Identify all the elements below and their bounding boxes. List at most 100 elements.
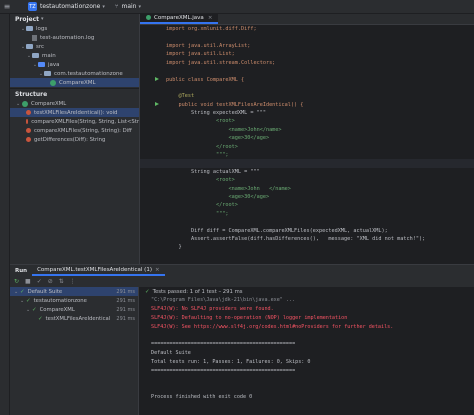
close-icon[interactable]: ×	[208, 15, 213, 21]
close-icon[interactable]: ×	[155, 267, 160, 273]
code-line[interactable]: import java.util.stream.Collectors;	[140, 59, 474, 67]
gutter[interactable]	[152, 76, 166, 83]
code-line[interactable]: <root>	[140, 117, 474, 125]
code-line[interactable]: import org.xmlunit.diff.Diff;	[140, 25, 474, 33]
test-status-text: Tests passed: 1 of 1 test – 291 ms	[152, 288, 243, 295]
code-line[interactable]: """;	[140, 151, 474, 159]
run-gutter-icon[interactable]	[155, 101, 159, 106]
structure-item-class[interactable]: ⌄ CompareXML	[10, 99, 139, 108]
code-line[interactable]: import java.util.ArrayList;	[140, 42, 474, 50]
console-line: ========================================…	[151, 367, 296, 374]
chevron-down-icon[interactable]: ▾	[138, 4, 141, 10]
code-text: </root>	[166, 143, 238, 150]
code-line[interactable]: Assert.assertFalse(diff.hasDifferences()…	[140, 235, 474, 243]
test-duration: 291 ms	[116, 297, 135, 304]
code-line[interactable]: <root>	[140, 176, 474, 184]
code-text: import java.util.ArrayList;	[166, 42, 251, 49]
code-line[interactable]: </root>	[140, 142, 474, 150]
tree-item-comparexml[interactable]: CompareXML	[10, 78, 139, 87]
project-panel-header[interactable]: Project ▾	[10, 14, 139, 24]
structure-item-label: CompareXML	[31, 100, 67, 107]
tree-item-main[interactable]: ⌄ main	[10, 51, 139, 60]
code-line[interactable]	[140, 159, 474, 168]
tree-item-label: test-automation.log	[40, 34, 95, 41]
tree-item-label: src	[36, 43, 45, 50]
code-area[interactable]: import org.xmlunit.diff.Diff; import java…	[140, 25, 474, 260]
method-icon	[26, 119, 29, 124]
code-editor[interactable]: CompareXML.java × import org.xmlunit.dif…	[139, 14, 474, 264]
structure-panel-title: Structure	[15, 90, 48, 98]
console-line: ========================================…	[151, 341, 296, 348]
code-text: <root>	[166, 177, 235, 184]
method-icon	[26, 110, 31, 115]
code-line[interactable]: public void testXMLFilesAreIdentical() {	[140, 101, 474, 109]
stop-icon[interactable]: ■	[25, 278, 31, 285]
test-row[interactable]: ⌄ ✓ CompareXML 291 ms	[10, 305, 138, 314]
folder-icon	[26, 44, 33, 49]
code-line[interactable]: }	[140, 243, 474, 251]
code-line[interactable]: </root>	[140, 201, 474, 209]
code-line[interactable]	[140, 67, 474, 75]
editor-tabs: CompareXML.java ×	[140, 14, 474, 25]
rerun-icon[interactable]: ↻	[14, 278, 19, 285]
structure-item-method[interactable]: getDifferences(Diff): String	[10, 135, 139, 144]
project-name[interactable]: testautomationzone	[40, 3, 100, 10]
tree-item-log-file[interactable]: test-automation.log	[10, 33, 139, 42]
code-line[interactable]: <age>30</age>	[140, 134, 474, 142]
code-line[interactable]: Diff diff = CompareXML.compareXMLFiles(e…	[140, 226, 474, 234]
code-text: import java.util.stream.Collectors;	[166, 59, 276, 66]
test-row[interactable]: ⌄ ✓ Default Suite 291 ms	[10, 287, 138, 296]
code-line[interactable]	[140, 33, 474, 41]
code-text: Assert.assertFalse(diff.hasDifferences()…	[166, 235, 426, 242]
more-icon[interactable]: ⋮	[70, 278, 76, 285]
code-line[interactable]: @Test	[140, 92, 474, 100]
run-gutter-icon[interactable]	[155, 76, 159, 81]
tree-item-package[interactable]: ⌄ com.testautomationzone	[10, 69, 139, 78]
code-text: @Test	[166, 93, 195, 100]
code-line[interactable]	[140, 84, 474, 92]
code-line[interactable]: <name>John</name>	[140, 126, 474, 134]
tree-item-java[interactable]: ⌄ java	[10, 60, 139, 69]
structure-item-method[interactable]: compareXMLFiles(String, String): Diff	[10, 126, 139, 135]
project-badge[interactable]: TZ	[28, 2, 37, 11]
test-row[interactable]: ⌄ ✓ testautomationzone 291 ms	[10, 296, 138, 305]
run-panel: Run CompareXML.testXMLFilesAreIdentical …	[10, 264, 474, 415]
test-duration: 291 ms	[116, 288, 135, 295]
cancel-icon[interactable]: ⊘	[48, 278, 53, 285]
code-line[interactable]: String expectedXML = """	[140, 109, 474, 117]
check-icon[interactable]: ✓	[37, 278, 42, 285]
tree-item-label: java	[48, 61, 60, 68]
structure-item-method[interactable]: testXMLFilesAreIdentical(): void	[10, 108, 139, 117]
code-line[interactable]	[140, 218, 474, 226]
folder-icon	[26, 26, 33, 31]
code-line[interactable]: <age>30</age>	[140, 193, 474, 201]
code-line[interactable]: """;	[140, 210, 474, 218]
branch-name[interactable]: main	[121, 3, 136, 10]
run-config-tab[interactable]: CompareXML.testXMLFilesAreIdentical (1) …	[32, 265, 165, 276]
console-line: SLF4J(W): No SLF4J providers were found.	[151, 306, 274, 313]
test-row[interactable]: ✓ testXMLFilesAreIdentical 291 ms	[10, 314, 138, 323]
code-line[interactable]: <name>John </name>	[140, 184, 474, 192]
console-output[interactable]: ✓ Tests passed: 1 of 1 test – 291 ms "C:…	[138, 287, 474, 415]
console-line: SLF4J(W): Defaulting to no-operation (NO…	[151, 314, 348, 321]
code-line[interactable]	[140, 252, 474, 260]
tree-item-logs[interactable]: ⌄ logs	[10, 24, 139, 33]
tree-item-src[interactable]: ⌄ src	[10, 42, 139, 51]
sort-icon[interactable]: ⇅	[59, 278, 64, 285]
code-line[interactable]: public class CompareXML {	[140, 75, 474, 83]
structure-item-method[interactable]: compareXMLFiles(String, String, List<Str	[10, 117, 139, 126]
code-line[interactable]: import java.util.List;	[140, 50, 474, 58]
folder-icon	[32, 53, 39, 58]
structure-panel-header[interactable]: Structure	[10, 89, 139, 99]
code-line[interactable]: String actualXML = """	[140, 168, 474, 176]
hamburger-menu-icon[interactable]: ≡	[0, 0, 14, 14]
tool-window-strip	[0, 14, 10, 415]
editor-tab[interactable]: CompareXML.java ×	[140, 14, 219, 24]
test-label: testXMLFilesAreIdentical	[45, 315, 111, 322]
tree-item-label: main	[42, 52, 56, 59]
chevron-down-icon[interactable]: ▾	[102, 4, 105, 10]
project-panel-title: Project	[15, 15, 40, 23]
gutter[interactable]	[152, 101, 166, 108]
